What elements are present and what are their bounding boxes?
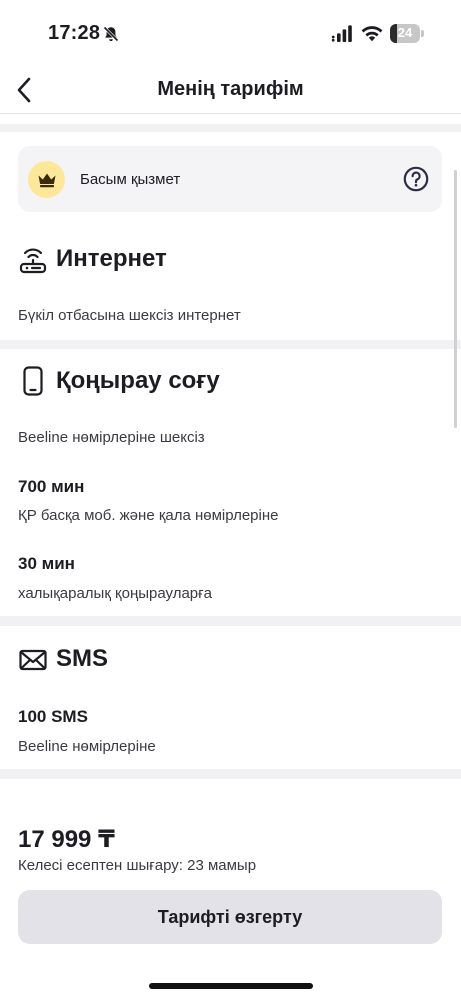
nav-bar: Менің тарифім [0,66,461,114]
sms-amount: 100 SMS [18,707,88,726]
phone-icon [23,366,43,396]
package-description: ҚР басқа моб. және қала нөмірлеріне [18,507,279,524]
crown-badge [28,161,65,198]
package-amount: 30 мин [18,554,75,573]
priority-service-label: Басым қызмет [80,171,181,188]
scrollbar[interactable] [454,170,457,428]
crown-icon [38,173,55,187]
calls-title: Қоңырау соғу [56,367,220,394]
sms-title: SMS [56,645,109,672]
calls-description: Beeline нөмірлеріне шексіз [18,429,205,446]
section-divider [0,769,461,779]
sms-description: Beeline нөмірлеріне [18,738,156,755]
internet-title: Интернет [56,245,167,272]
page-title: Менің тарифім [157,78,304,100]
battery-body: 24 [390,24,420,43]
wifi-icon [361,26,383,42]
internet-description: Бүкіл отбасына шексіз интернет [18,307,241,324]
status-bar: 17:28 24 [0,0,461,66]
status-time: 17:28 [48,22,101,44]
priority-service-card[interactable]: Басым қызмет [18,146,442,212]
battery-tip [421,30,424,37]
home-indicator[interactable] [149,983,313,989]
bell-off-icon [103,26,119,42]
next-billing-date: Келесі есептен шығару: 23 мамыр [18,857,257,874]
package-description: халықаралық қоңырауларға [18,585,212,602]
router-icon [19,248,47,274]
section-divider [0,616,461,626]
tariff-price: 17 999 ₸ [18,826,115,853]
help-icon[interactable] [403,166,429,192]
battery-indicator: 24 [390,24,424,43]
cellular-signal-icon [331,25,352,42]
battery-percent: 24 [397,25,413,40]
package-amount: 700 мин [18,477,85,496]
envelope-icon [19,649,47,671]
section-divider [0,124,461,132]
change-tariff-button[interactable]: Тарифті өзгерту [18,890,442,944]
section-divider [0,340,461,349]
